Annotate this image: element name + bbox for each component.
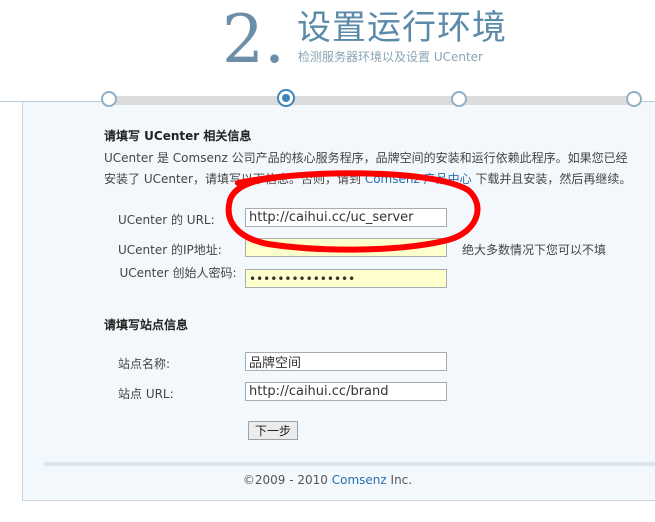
red-annotation-circle-icon	[225, 170, 481, 253]
